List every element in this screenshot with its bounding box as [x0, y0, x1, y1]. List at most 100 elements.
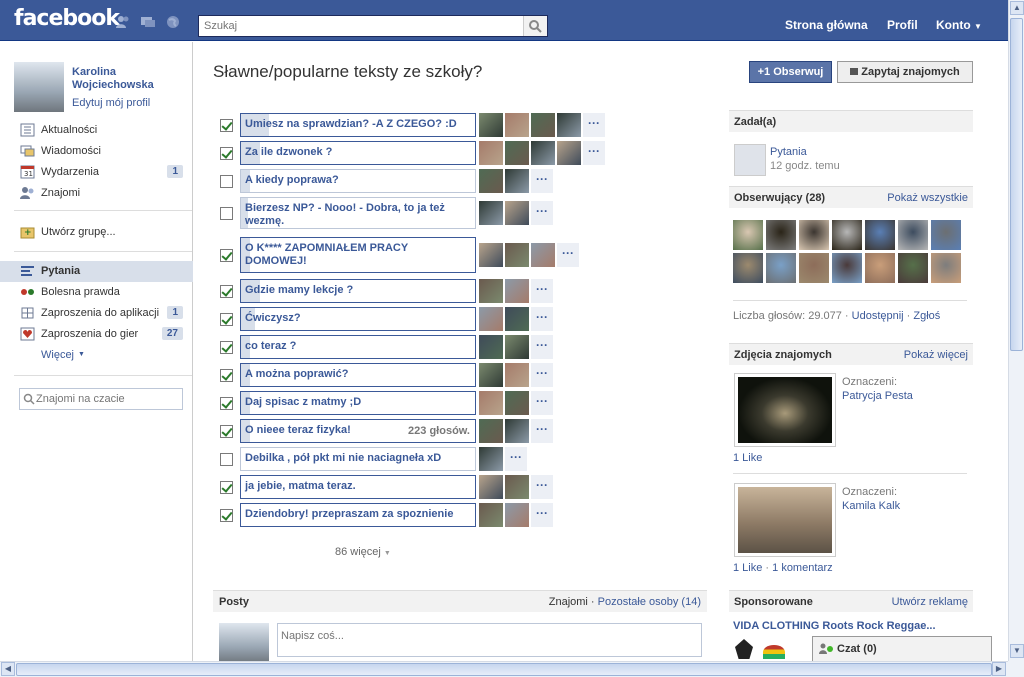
nav-profile-link[interactable]: Profil	[887, 18, 918, 32]
follower-avatar[interactable]	[865, 220, 895, 250]
voter-avatar[interactable]	[505, 475, 529, 499]
chat-search-input[interactable]	[36, 389, 176, 409]
voter-avatar[interactable]	[479, 113, 503, 137]
more-voters-button[interactable]: ···	[531, 307, 553, 331]
voter-avatar[interactable]	[531, 113, 555, 137]
voter-avatar[interactable]	[531, 243, 555, 267]
asked-app-link[interactable]: Pytania	[770, 146, 807, 158]
nav-account-menu[interactable]: Konto ▼	[936, 18, 982, 32]
voter-avatar[interactable]	[505, 243, 529, 267]
ask-friends-button[interactable]: Zapytaj znajomych	[837, 61, 973, 83]
scroll-left-arrow[interactable]: ◀	[1, 662, 15, 676]
option-bar[interactable]: Debilka , pół pkt mi nie naciagneła xD	[240, 447, 476, 471]
sidebar-item-painful-truth[interactable]: Bolesna prawda	[0, 282, 193, 303]
voter-avatar[interactable]	[505, 419, 529, 443]
option-checkbox[interactable]	[220, 396, 233, 410]
option-checkbox[interactable]	[220, 118, 233, 132]
voter-avatar[interactable]	[505, 391, 529, 415]
follower-avatar[interactable]	[766, 220, 796, 250]
voter-avatar[interactable]	[505, 279, 529, 303]
more-voters-button[interactable]: ···	[531, 201, 553, 225]
option-bar[interactable]: A można poprawić?	[240, 363, 476, 387]
sidebar-item-questions[interactable]: Pytania	[0, 261, 193, 282]
more-voters-button[interactable]: ···	[531, 475, 553, 499]
horizontal-scroll-thumb[interactable]	[16, 663, 992, 676]
ad-image[interactable]	[733, 637, 793, 661]
create-ad-link[interactable]: Utwórz reklamę	[892, 596, 968, 608]
messages-jewel-icon[interactable]	[140, 15, 156, 29]
option-checkbox[interactable]	[220, 340, 233, 354]
voter-avatar[interactable]	[479, 475, 503, 499]
more-voters-button[interactable]: ···	[531, 391, 553, 415]
follower-avatar[interactable]	[931, 253, 961, 283]
option-checkbox[interactable]	[220, 284, 233, 298]
more-voters-button[interactable]: ···	[583, 113, 605, 137]
more-options-link[interactable]: 86 więcej ▼	[335, 546, 391, 558]
option-bar[interactable]: co teraz ?	[240, 335, 476, 359]
voter-avatar[interactable]	[505, 363, 529, 387]
filter-others[interactable]: Pozostałe osoby (14)	[598, 596, 701, 608]
option-checkbox[interactable]	[220, 424, 233, 438]
option-bar[interactable]: Umiesz na sprawdzian? -A Z CZEGO? :D	[240, 113, 476, 137]
more-voters-button[interactable]: ···	[531, 363, 553, 387]
follower-avatar[interactable]	[733, 220, 763, 250]
option-bar[interactable]: Daj spisac z matmy ;D	[240, 391, 476, 415]
more-voters-button[interactable]: ···	[531, 279, 553, 303]
voter-avatar[interactable]	[505, 169, 529, 193]
option-bar[interactable]: O nieee teraz fizyka! 223 głosów.	[240, 419, 476, 443]
option-bar[interactable]: A kiedy poprawa?	[240, 169, 476, 193]
option-checkbox[interactable]	[220, 452, 233, 466]
sidebar-item-messages[interactable]: Wiadomości	[0, 141, 193, 162]
option-bar[interactable]: Za ile dzwonek ?	[240, 141, 476, 165]
chat-bar[interactable]: Czat (0)	[812, 636, 992, 661]
report-link[interactable]: Zgłoś	[913, 310, 940, 322]
more-voters-button[interactable]: ···	[531, 335, 553, 359]
voter-avatar[interactable]	[505, 307, 529, 331]
share-link[interactable]: Udostępnij	[852, 310, 904, 322]
photo2-tagged-name[interactable]: Kamila Kalk	[842, 500, 900, 512]
friend-photo-1[interactable]	[734, 373, 836, 447]
option-checkbox[interactable]	[220, 248, 233, 262]
sidebar-item-events[interactable]: 31 Wydarzenia 1	[0, 162, 193, 183]
option-bar[interactable]: Dziendobry! przepraszam za spoznienie	[240, 503, 476, 527]
voter-avatar[interactable]	[531, 141, 555, 165]
photo2-comments[interactable]: 1 komentarz	[772, 562, 833, 574]
option-checkbox[interactable]	[220, 480, 233, 494]
voter-avatar[interactable]	[479, 335, 503, 359]
sidebar-item-news-feed[interactable]: Aktualności	[0, 120, 193, 141]
voter-avatar[interactable]	[479, 447, 503, 471]
follower-avatar[interactable]	[931, 220, 961, 250]
option-checkbox[interactable]	[220, 508, 233, 522]
follower-avatar[interactable]	[799, 253, 829, 283]
voter-avatar[interactable]	[479, 243, 503, 267]
profile-avatar[interactable]	[14, 62, 64, 112]
voter-avatar[interactable]	[479, 201, 503, 225]
search-button[interactable]	[523, 16, 547, 36]
scroll-up-arrow[interactable]: ▲	[1010, 1, 1024, 15]
voter-avatar[interactable]	[505, 335, 529, 359]
notifications-globe-icon[interactable]	[165, 15, 181, 29]
voter-avatar[interactable]	[479, 279, 503, 303]
sidebar-item-app-invites[interactable]: Zaproszenia do aplikacji 1	[0, 303, 193, 324]
photo1-likes[interactable]: 1 Like	[733, 452, 762, 464]
more-voters-button[interactable]: ···	[583, 141, 605, 165]
more-voters-button[interactable]: ···	[531, 503, 553, 527]
follow-button[interactable]: +1 Obserwuj	[749, 61, 832, 83]
voter-avatar[interactable]	[505, 201, 529, 225]
option-bar[interactable]: ja jebie, matma teraz.	[240, 475, 476, 499]
follower-avatar[interactable]	[799, 220, 829, 250]
show-all-followers-link[interactable]: Pokaż wszystkie	[887, 192, 968, 204]
voter-avatar[interactable]	[505, 113, 529, 137]
sidebar-item-game-invites[interactable]: Zaproszenia do gier 27	[0, 324, 193, 345]
voter-avatar[interactable]	[557, 113, 581, 137]
voter-avatar[interactable]	[557, 141, 581, 165]
vertical-scrollbar[interactable]: ▲ ▼	[1008, 0, 1024, 661]
more-voters-button[interactable]: ···	[531, 419, 553, 443]
follower-avatar[interactable]	[832, 220, 862, 250]
follower-avatar[interactable]	[898, 253, 928, 283]
option-checkbox[interactable]	[220, 174, 233, 188]
voter-avatar[interactable]	[505, 141, 529, 165]
show-more-photos-link[interactable]: Pokaż więcej	[904, 349, 968, 361]
follower-avatar[interactable]	[733, 253, 763, 283]
profile-name[interactable]: Karolina Wojciechowska	[72, 66, 182, 92]
